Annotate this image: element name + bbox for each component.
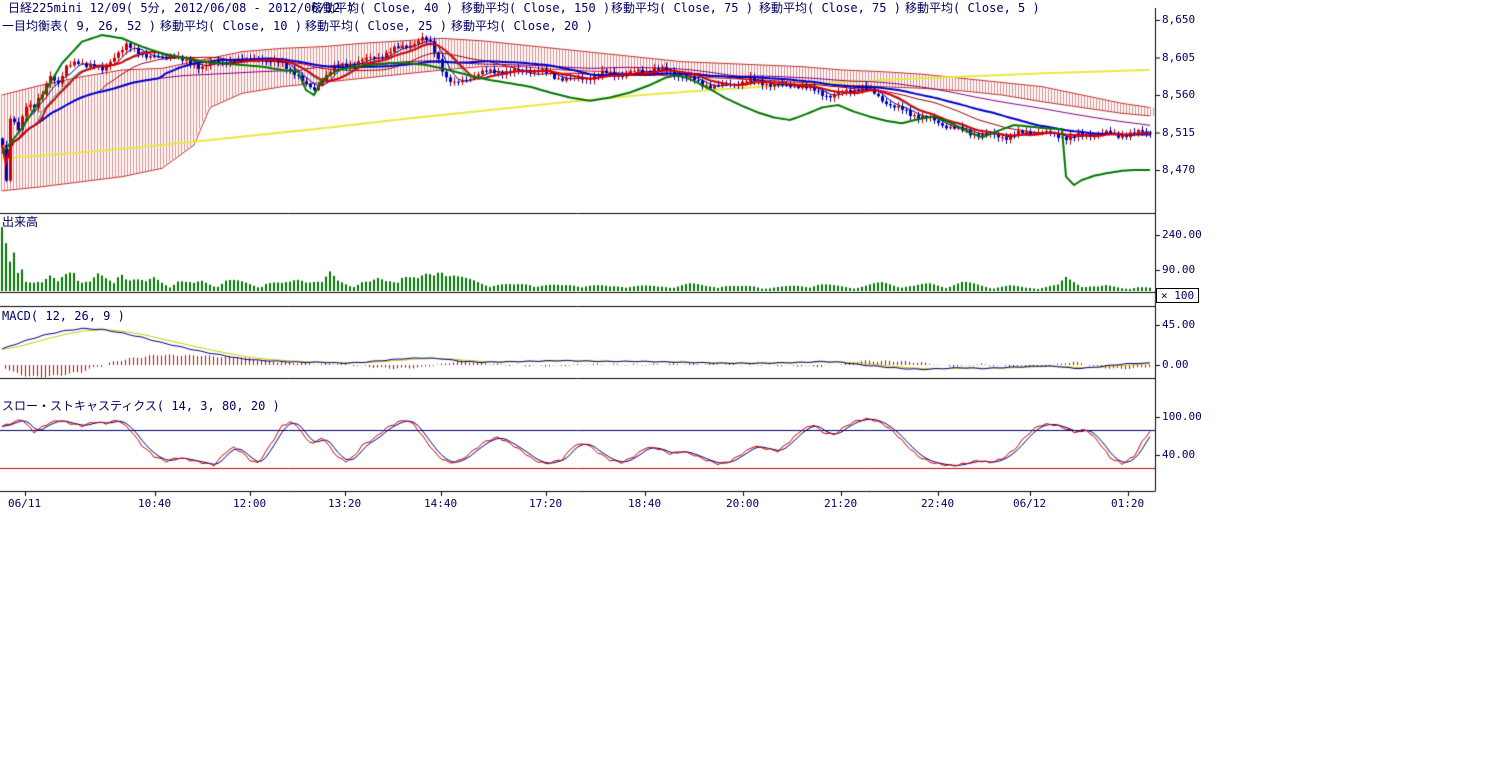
macd-axis-label: 45.00 (1162, 318, 1195, 331)
time-axis-label: 22:40 (921, 497, 954, 510)
volume-axis-label: 90.00 (1162, 263, 1195, 276)
volume-panel-label: 出来高 (2, 215, 38, 229)
chart-canvas (0, 0, 1212, 520)
legend-ma10: 移動平均( Close, 10 ) (160, 19, 302, 33)
macd-panel-label: MACD( 12, 26, 9 ) (2, 309, 125, 323)
price-axis-label: 8,605 (1162, 51, 1195, 64)
stoch-panel-label: スロー・ストキャスティクス( 14, 3, 80, 20 ) (2, 399, 280, 413)
time-axis-label: 17:20 (529, 497, 562, 510)
time-axis-label: 06/12 (1013, 497, 1046, 510)
legend-ichimoku: 一目均衡表( 9, 26, 52 ) (2, 19, 156, 33)
macd-axis-label: 0.00 (1162, 358, 1189, 371)
time-axis-label: 14:40 (424, 497, 457, 510)
price-axis-label: 8,470 (1162, 163, 1195, 176)
time-axis-label: 01:20 (1111, 497, 1144, 510)
legend-ma5: 移動平均( Close, 5 ) (905, 1, 1040, 15)
time-axis-label: 20:00 (726, 497, 759, 510)
legend-ma75-b: 移動平均( Close, 75 ) (759, 1, 901, 15)
legend-ma25: 移動平均( Close, 25 ) (305, 19, 447, 33)
price-axis-label: 8,560 (1162, 88, 1195, 101)
volume-axis-label: 240.00 (1162, 228, 1202, 241)
stoch-axis-label: 40.00 (1162, 448, 1195, 461)
legend-ma150: 移動平均( Close, 150 ) (461, 1, 610, 15)
volume-unit-box: × 100 (1156, 288, 1199, 303)
price-axis-label: 8,650 (1162, 13, 1195, 26)
time-axis-label: 12:00 (233, 497, 266, 510)
legend-ma20: 移動平均( Close, 20 ) (451, 19, 593, 33)
chart-application: 日経225mini 12/09( 5分, 2012/06/08 - 2012/0… (0, 0, 1492, 768)
time-axis-label: 06/11 (8, 497, 41, 510)
chart-title: 日経225mini 12/09( 5分, 2012/06/08 - 2012/0… (8, 1, 355, 15)
time-axis-label: 18:40 (628, 497, 661, 510)
time-axis-label: 21:20 (824, 497, 857, 510)
stoch-axis-label: 100.00 (1162, 410, 1202, 423)
legend-ma40: 移動平均( Close, 40 ) (311, 1, 453, 15)
legend-ma75-a: 移動平均( Close, 75 ) (611, 1, 753, 15)
price-axis-label: 8,515 (1162, 126, 1195, 139)
time-axis-label: 10:40 (138, 497, 171, 510)
time-axis-label: 13:20 (328, 497, 361, 510)
